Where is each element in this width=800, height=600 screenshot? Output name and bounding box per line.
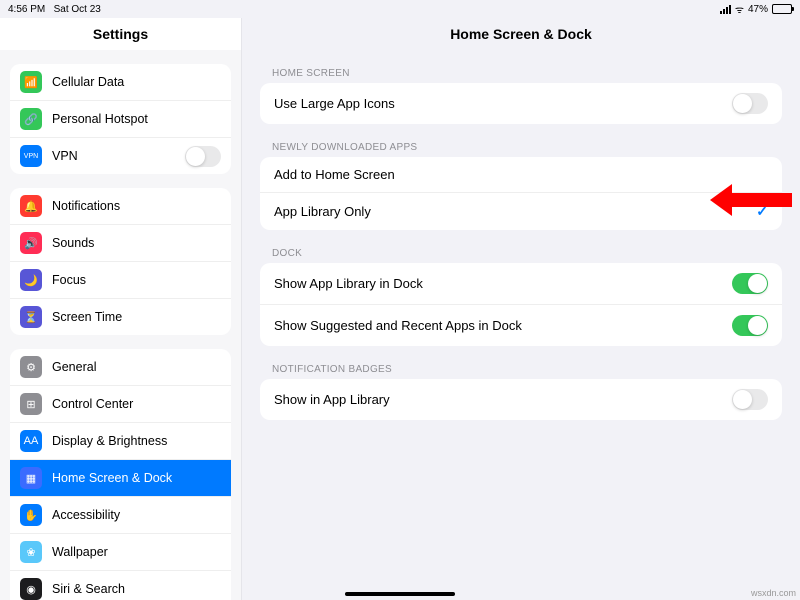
signal-icon	[720, 5, 731, 14]
sidebar-item-label: Sounds	[52, 236, 221, 250]
sidebar-item-home-screen-dock[interactable]: ▦ Home Screen & Dock	[10, 460, 231, 497]
setting-row-show-in-app-library[interactable]: Show in App Library	[260, 379, 782, 420]
wifi-icon: ᯤ	[735, 2, 744, 16]
sounds-icon: 🔊	[20, 232, 42, 254]
focus-icon: 🌙	[20, 269, 42, 291]
sidebar-item-label: VPN	[52, 149, 185, 163]
sidebar-item-focus[interactable]: 🌙 Focus	[10, 262, 231, 299]
screen-time-icon: ⏳	[20, 306, 42, 328]
setting-label: Add to Home Screen	[274, 167, 395, 182]
toggle-show-suggested-and-recent-apps-in-dock[interactable]	[732, 315, 768, 336]
sidebar-item-label: Focus	[52, 273, 221, 287]
setting-label: Show in App Library	[274, 392, 390, 407]
general-icon: ⚙	[20, 356, 42, 378]
control-center-icon: ⊞	[20, 393, 42, 415]
home-indicator[interactable]	[345, 592, 455, 596]
siri-search-icon: ◉	[20, 578, 42, 600]
page-title: Home Screen & Dock	[242, 18, 800, 50]
sidebar-item-screen-time[interactable]: ⏳ Screen Time	[10, 299, 231, 335]
toggle-use-large-app-icons[interactable]	[732, 93, 768, 114]
sidebar-item-label: Cellular Data	[52, 75, 221, 89]
sidebar-title: Settings	[0, 18, 241, 50]
sidebar-item-label: Personal Hotspot	[52, 112, 221, 126]
setting-row-add-to-home-screen[interactable]: Add to Home Screen	[260, 157, 782, 193]
sidebar-item-label: Siri & Search	[52, 582, 221, 596]
sidebar-item-personal-hotspot[interactable]: 🔗 Personal Hotspot	[10, 101, 231, 138]
personal-hotspot-icon: 🔗	[20, 108, 42, 130]
toggle-show-app-library-in-dock[interactable]	[732, 273, 768, 294]
setting-row-show-suggested-and-recent-apps-in-dock[interactable]: Show Suggested and Recent Apps in Dock	[260, 305, 782, 346]
battery-icon	[772, 4, 792, 14]
toggle-vpn[interactable]	[185, 146, 221, 167]
sidebar-item-general[interactable]: ⚙ General	[10, 349, 231, 386]
toggle-show-in-app-library[interactable]	[732, 389, 768, 410]
sidebar-item-notifications[interactable]: 🔔 Notifications	[10, 188, 231, 225]
sidebar-item-label: Control Center	[52, 397, 221, 411]
setting-label: Show Suggested and Recent Apps in Dock	[274, 318, 522, 333]
credit: wsxdn.com	[751, 588, 796, 598]
accessibility-icon: ✋	[20, 504, 42, 526]
wallpaper-icon: ❀	[20, 541, 42, 563]
status-bar: 4:56 PM Sat Oct 23 ᯤ 47%	[0, 0, 800, 18]
sidebar-item-vpn[interactable]: VPN VPN	[10, 138, 231, 174]
vpn-icon: VPN	[20, 145, 42, 167]
setting-row-use-large-app-icons[interactable]: Use Large App Icons	[260, 83, 782, 124]
sidebar-item-label: General	[52, 360, 221, 374]
notifications-icon: 🔔	[20, 195, 42, 217]
setting-label: App Library Only	[274, 204, 371, 219]
battery-percent: 47%	[748, 4, 768, 15]
sidebar-item-cellular-data[interactable]: 📶 Cellular Data	[10, 64, 231, 101]
sidebar-item-control-center[interactable]: ⊞ Control Center	[10, 386, 231, 423]
sidebar-item-sounds[interactable]: 🔊 Sounds	[10, 225, 231, 262]
sidebar: Settings 📶 Cellular Data 🔗 Personal Hotspot…	[0, 18, 242, 600]
setting-row-app-library-only[interactable]: App Library Only ✓	[260, 193, 782, 230]
setting-label: Show App Library in Dock	[274, 276, 423, 291]
display-brightness-icon: AA	[20, 430, 42, 452]
sidebar-item-siri-search[interactable]: ◉ Siri & Search	[10, 571, 231, 600]
cellular-data-icon: 📶	[20, 71, 42, 93]
sidebar-item-accessibility[interactable]: ✋ Accessibility	[10, 497, 231, 534]
sidebar-item-label: Notifications	[52, 199, 221, 213]
sidebar-item-label: Home Screen & Dock	[52, 471, 221, 485]
main-panel: Home Screen & Dock HOME SCREEN Use Large…	[242, 18, 800, 600]
sidebar-item-label: Accessibility	[52, 508, 221, 522]
sidebar-item-wallpaper[interactable]: ❀ Wallpaper	[10, 534, 231, 571]
sidebar-item-display-brightness[interactable]: AA Display & Brightness	[10, 423, 231, 460]
checkmark-icon: ✓	[756, 203, 768, 220]
setting-row-show-app-library-in-dock[interactable]: Show App Library in Dock	[260, 263, 782, 305]
sidebar-item-label: Wallpaper	[52, 545, 221, 559]
setting-label: Use Large App Icons	[274, 96, 395, 111]
sidebar-item-label: Screen Time	[52, 310, 221, 324]
sidebar-item-label: Display & Brightness	[52, 434, 221, 448]
home-screen-dock-icon: ▦	[20, 467, 42, 489]
